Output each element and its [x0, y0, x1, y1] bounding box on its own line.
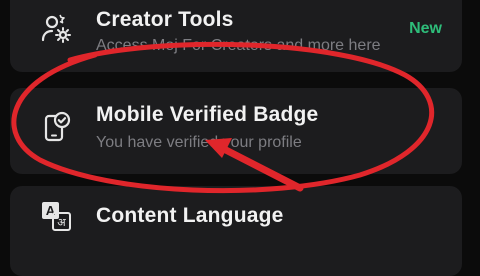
phone-check-icon	[44, 111, 71, 142]
creator-tools-title: Creator Tools	[96, 8, 234, 31]
translate-icon: A अ	[42, 202, 71, 231]
translate-icon-latin-glyph: A	[46, 203, 56, 218]
new-badge: New	[409, 20, 442, 37]
creator-tools-item[interactable]	[10, 0, 462, 72]
mobile-verified-badge-title: Mobile Verified Badge	[96, 103, 319, 126]
content-language-title: Content Language	[96, 204, 284, 227]
creator-tools-subtitle: Access Moj For Creators and more here	[96, 37, 381, 54]
creator-tools-icon	[41, 14, 71, 43]
mobile-verified-badge-item[interactable]	[10, 88, 462, 174]
content-language-item[interactable]	[10, 186, 462, 276]
mobile-verified-badge-subtitle: You have verified your profile	[96, 134, 302, 151]
translate-icon-devanagari-glyph: अ	[57, 216, 66, 229]
